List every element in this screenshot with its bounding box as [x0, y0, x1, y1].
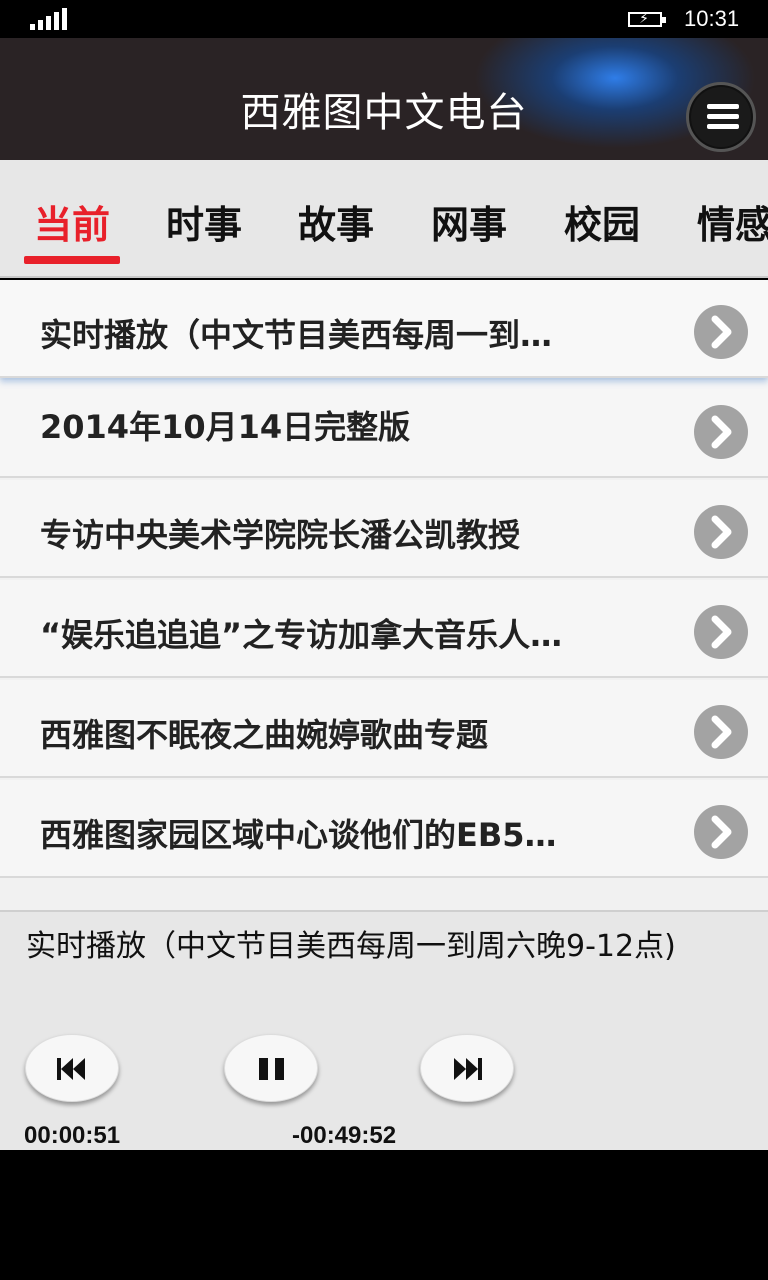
chevron-right-icon[interactable] — [694, 805, 748, 859]
remaining-time: -00:49:52 — [292, 1122, 397, 1149]
tab-campus[interactable]: 校园 — [564, 194, 640, 249]
chevron-right-icon[interactable] — [694, 405, 748, 459]
program-list: 实时播放（中文节目美西每周一到… 2014年10月14日完整版 专访中央美术学院… — [0, 280, 768, 910]
list-item-label: 实时播放（中文节目美西每周一到… — [40, 316, 553, 354]
now-playing-title: 实时播放（中文节目美西每周一到周六晚9-12点) — [26, 929, 676, 964]
list-item[interactable]: “娱乐追追追”之专访加拿大音乐人… — [0, 580, 768, 678]
chevron-right-icon[interactable] — [694, 505, 748, 559]
chevron-right-icon[interactable] — [694, 605, 748, 659]
list-item[interactable]: 实时播放（中文节目美西每周一到… — [0, 280, 768, 378]
tab-stories[interactable]: 故事 — [298, 194, 374, 249]
tab-current[interactable]: 当前 — [34, 194, 110, 249]
tab-current-affairs[interactable]: 时事 — [166, 194, 242, 249]
category-tabs: 当前 时事 故事 网事 校园 情感 — [0, 160, 768, 278]
bottom-blank-area — [0, 1150, 768, 1280]
list-item-label: 西雅图不眠夜之曲婉婷歌曲专题 — [40, 716, 489, 754]
hamburger-menu-icon[interactable] — [686, 82, 756, 152]
pause-icon[interactable] — [224, 1034, 318, 1102]
list-item[interactable]: 西雅图不眠夜之曲婉婷歌曲专题 — [0, 680, 768, 778]
chevron-right-icon[interactable] — [694, 305, 748, 359]
list-item-label: 西雅图家园区域中心谈他们的EB5… — [40, 816, 557, 854]
elapsed-time: 00:00:51 — [24, 1122, 121, 1149]
battery-charging-icon: ⚡ — [628, 10, 668, 28]
list-item[interactable]: 西雅图家园区域中心谈他们的EB5… — [0, 780, 768, 878]
list-item-label: 专访中央美术学院院长潘公凯教授 — [40, 516, 521, 554]
active-tab-indicator — [24, 256, 120, 264]
app-header: 西雅图中文电台 — [0, 38, 768, 160]
clock: 10:31 — [684, 6, 740, 31]
audio-player: 实时播放（中文节目美西每周一到周六晚9-12点) 00:00:51 -00:49… — [0, 910, 768, 1150]
chevron-right-icon[interactable] — [694, 705, 748, 759]
tab-web[interactable]: 网事 — [431, 194, 507, 249]
previous-track-icon[interactable] — [25, 1034, 119, 1102]
list-item-label: “娱乐追追追”之专访加拿大音乐人… — [40, 616, 563, 654]
app-title: 西雅图中文电台 — [240, 90, 528, 136]
tab-emotion[interactable]: 情感 — [697, 194, 768, 249]
status-bar: ⚡ 10:31 — [0, 0, 768, 38]
list-item-label: 2014年10月14日完整版 — [40, 408, 411, 446]
list-item[interactable]: 专访中央美术学院院长潘公凯教授 — [0, 480, 768, 578]
signal-bars-icon — [30, 8, 68, 30]
next-track-icon[interactable] — [420, 1034, 514, 1102]
list-item[interactable]: 2014年10月14日完整版 — [0, 380, 768, 478]
